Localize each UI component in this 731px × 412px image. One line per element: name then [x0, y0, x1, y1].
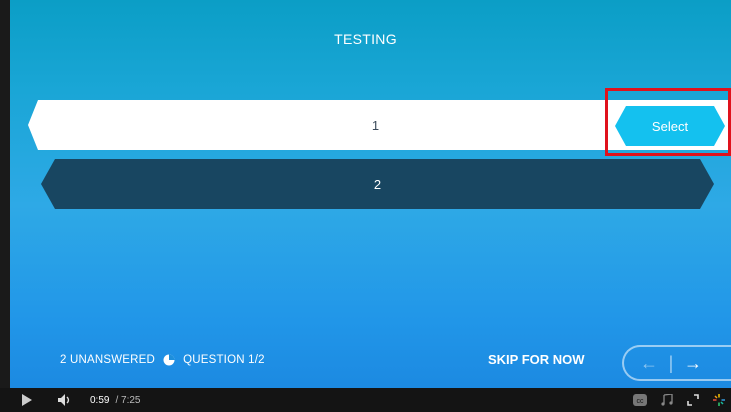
volume-icon[interactable] [58, 394, 74, 406]
question-counter: QUESTION 1/2 [183, 354, 265, 366]
nav-separator: | [668, 352, 674, 373]
prev-arrow-icon[interactable]: ← [634, 353, 664, 374]
closed-captions-icon[interactable]: cc [633, 394, 647, 406]
loading-spinner-icon [713, 394, 725, 406]
quiz-status: 2 UNANSWERED QUESTION 1/2 [60, 354, 265, 366]
music-note-icon[interactable] [661, 394, 673, 406]
question-nav: ← | → [622, 345, 731, 381]
player-right-controls: cc [633, 388, 725, 412]
video-player-bar: 0:59 / 7:25 cc [0, 388, 731, 412]
svg-text:cc: cc [637, 398, 645, 405]
fullscreen-icon[interactable] [687, 394, 699, 406]
page-title: TESTING [334, 31, 397, 47]
duration: / 7:25 [115, 394, 141, 406]
highlight-box [605, 88, 731, 156]
unanswered-count: 2 UNANSWERED [60, 354, 156, 366]
answer-option-2-label: 2 [373, 176, 382, 192]
current-time: 0:59 [90, 394, 110, 406]
progress-pie-icon [163, 354, 175, 366]
quiz-stage: TESTING 1 2 Select 2 UNANSWERED QUESTION… [0, 0, 731, 412]
next-arrow-icon[interactable]: → [678, 353, 708, 374]
play-icon[interactable] [22, 394, 32, 406]
skip-for-now-button[interactable]: SKIP FOR NOW [488, 352, 585, 367]
left-edge [0, 0, 10, 388]
answer-option-2[interactable]: 2 [41, 159, 714, 209]
